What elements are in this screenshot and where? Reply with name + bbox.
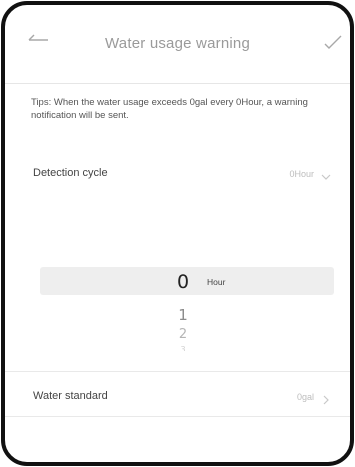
picker-option[interactable]: 1 <box>163 306 203 324</box>
chevron-down-icon <box>320 169 332 180</box>
confirm-button[interactable] <box>322 33 344 51</box>
phone-screen: Water usage warning Tips: When the water… <box>1 1 354 466</box>
detection-cycle-row[interactable]: Detection cycle 0Hour <box>5 157 350 193</box>
water-standard-value: 0gal <box>296 392 314 402</box>
water-standard-row[interactable]: Water standard 0gal <box>5 380 350 416</box>
picker-unit-label: Hour <box>207 277 226 287</box>
divider <box>5 371 350 372</box>
water-standard-label: Water standard <box>33 390 108 402</box>
hour-picker[interactable]: 0 Hour 1 2 3 <box>40 265 334 365</box>
picker-option[interactable]: 2 <box>163 327 203 342</box>
chevron-right-icon <box>320 392 332 405</box>
checkmark-icon <box>322 35 344 55</box>
picker-option-selected[interactable]: 0 <box>163 271 203 293</box>
picker-option[interactable]: 3 <box>163 345 203 351</box>
header: Water usage warning <box>5 5 350 84</box>
divider <box>5 416 350 417</box>
tips-text: Tips: When the water usage exceeds 0gal … <box>31 97 308 121</box>
detection-cycle-label: Detection cycle <box>33 167 108 179</box>
detection-cycle-value: 0Hour <box>289 169 314 179</box>
page-title: Water usage warning <box>105 35 250 52</box>
